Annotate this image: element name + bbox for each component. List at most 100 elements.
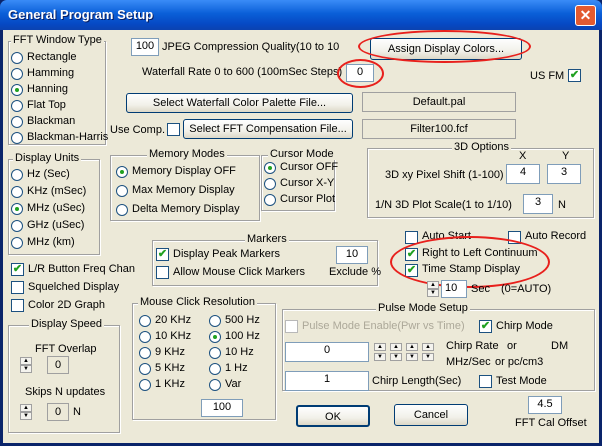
cursor-mode-radio-cursor-x-y[interactable] <box>264 178 276 190</box>
exclude-label: Exclude % <box>329 266 381 278</box>
mouse-click-label-10-hz: 10 Hz <box>225 346 254 358</box>
fft-window-label-rectangle: Rectangle <box>27 51 77 63</box>
chirp-rate-up-icon[interactable]: ▲ <box>422 343 434 351</box>
mouse-click-radio-1-khz[interactable] <box>139 379 151 391</box>
dialog-body: FFT Window Type Display Units ✔ L/R Butt… <box>3 30 599 443</box>
color-2d-label: Color 2D Graph <box>28 299 106 311</box>
memory-mode-radio-delta-memory-display[interactable] <box>116 204 128 216</box>
chirp-rate-up-icon[interactable]: ▲ <box>390 343 402 351</box>
use-comp-label: Use Comp. <box>110 124 166 136</box>
chirp-mode-checkbox[interactable]: ✔ <box>479 320 492 333</box>
ok-button[interactable]: OK <box>296 405 370 427</box>
mouse-click-title: Mouse Click Resolution <box>138 296 257 308</box>
skips-down-icon[interactable]: ▼ <box>20 412 32 420</box>
waterfall-rate-label: Waterfall Rate 0 to 600 (100mSec Steps) <box>142 66 343 78</box>
mouse-click-label-10-khz: 10 KHz <box>155 330 192 342</box>
sec-up-icon[interactable]: ▲ <box>427 281 439 289</box>
skips-value: 0 <box>47 403 69 421</box>
mouse-click-radio-10-hz[interactable] <box>209 347 221 359</box>
fft-window-radio-flat-top[interactable] <box>11 100 23 112</box>
fft-window-radio-rectangle[interactable] <box>11 52 23 64</box>
memory-mode-radio-memory-display-off[interactable] <box>116 166 128 178</box>
mouse-click-radio-9-khz[interactable] <box>139 347 151 359</box>
auto-record-label: Auto Record <box>525 230 587 242</box>
squelched-checkbox[interactable] <box>11 281 24 294</box>
cursor-mode-radio-cursor-plot[interactable] <box>264 194 276 206</box>
use-comp-checkbox[interactable] <box>167 123 180 136</box>
display-units-radio-ghz-usec[interactable] <box>11 220 23 232</box>
display-peak-checkbox[interactable]: ✔ <box>156 248 169 261</box>
test-mode-checkbox[interactable] <box>479 375 492 388</box>
skips-unit: N <box>73 406 81 418</box>
chirp-rate-down-icon[interactable]: ▼ <box>406 353 418 361</box>
chirp-or-label: or <box>507 340 517 352</box>
chirp-rate-input[interactable]: 0 <box>285 342 369 362</box>
fft-window-radio-hanning[interactable] <box>11 84 23 96</box>
us-fm-checkbox[interactable]: ✔ <box>568 69 581 82</box>
display-units-radio-mhz-usec[interactable] <box>11 203 23 215</box>
close-icon[interactable]: ✕ <box>575 5 596 26</box>
mouse-click-radio-5-khz[interactable] <box>139 363 151 375</box>
mouse-click-radio-500-hz[interactable] <box>209 315 221 327</box>
sec-label: Sec <box>471 283 490 295</box>
select-palette-button[interactable]: Select Waterfall Color Palette File... <box>126 93 353 113</box>
fft-cal-input[interactable]: 4.5 <box>528 396 562 414</box>
lr-button-checkbox[interactable]: ✔ <box>11 263 24 276</box>
memory-mode-radio-max-memory-display[interactable] <box>116 185 128 197</box>
chirp-rate-down-icon[interactable]: ▼ <box>390 353 402 361</box>
chirp-rate-up-icon[interactable]: ▲ <box>406 343 418 351</box>
jpeg-quality-label: JPEG Compression Quality(10 to 10 <box>162 41 340 53</box>
display-units-label-hz-sec: Hz (Sec) <box>27 168 70 180</box>
mouse-click-label-5-khz: 5 KHz <box>155 362 185 374</box>
fft-window-label-hanning: Hanning <box>27 83 68 95</box>
fft-window-label-hamming: Hamming <box>27 67 75 79</box>
cursor-mode-title: Cursor Mode <box>268 148 336 160</box>
display-units-label-mhz-usec: MHz (uSec) <box>27 202 86 214</box>
chirp-rate-up-icon[interactable]: ▲ <box>374 343 386 351</box>
cursor-mode-radio-cursor-off[interactable] <box>264 162 276 174</box>
sec-input[interactable]: 10 <box>441 280 467 298</box>
mouse-click-radio-10-khz[interactable] <box>139 331 151 343</box>
cursor-mode-label-cursor-plot: Cursor Plot <box>280 193 336 205</box>
allow-click-checkbox[interactable] <box>156 266 169 279</box>
display-units-label-khz-msec: KHz (mSec) <box>27 185 87 197</box>
fft-overlap-up-icon[interactable]: ▲ <box>20 357 32 365</box>
mouse-click-radio-var[interactable] <box>209 379 221 391</box>
jpeg-quality-input[interactable]: 100 <box>131 38 159 56</box>
fft-window-radio-blackman-harris[interactable] <box>11 132 23 144</box>
display-units-radio-khz-msec[interactable] <box>11 186 23 198</box>
window-title: General Program Setup <box>8 7 154 22</box>
skips-up-icon[interactable]: ▲ <box>20 404 32 412</box>
mouse-click-label-20-khz: 20 KHz <box>155 314 192 326</box>
sec-down-icon[interactable]: ▼ <box>427 289 439 297</box>
fft-window-radio-blackman[interactable] <box>11 116 23 128</box>
mouse-click-radio-20-khz[interactable] <box>139 315 151 327</box>
peak-count-input[interactable]: 10 <box>336 246 368 264</box>
chirp-rate-down-icon[interactable]: ▼ <box>422 353 434 361</box>
select-compensation-button[interactable]: Select FFT Compensation File... <box>183 119 353 139</box>
fft-window-radio-hamming[interactable] <box>11 68 23 80</box>
3d-scale-input[interactable]: 3 <box>523 194 553 214</box>
title-bar[interactable]: General Program Setup ✕ <box>0 0 602 30</box>
display-units-radio-hz-sec[interactable] <box>11 169 23 181</box>
chirp-length-input[interactable]: 1 <box>285 371 369 391</box>
3d-scale-label: 1/N 3D Plot Scale(1 to 1/10) <box>375 199 512 211</box>
3d-y-input[interactable]: 3 <box>547 164 581 184</box>
fft-overlap-down-icon[interactable]: ▼ <box>20 365 32 373</box>
chirp-rate-down-icon[interactable]: ▼ <box>374 353 386 361</box>
cancel-button[interactable]: Cancel <box>394 404 468 426</box>
mouse-click-radio-100-hz[interactable] <box>209 331 221 343</box>
3d-x-input[interactable]: 4 <box>506 164 540 184</box>
mouse-click-radio-1-hz[interactable] <box>209 363 221 375</box>
mouse-click-label-100-hz: 100 Hz <box>225 330 260 342</box>
mouse-click-label-500-hz: 500 Hz <box>225 314 260 326</box>
pulse-enable-checkbox[interactable] <box>285 320 298 333</box>
highlight-ellipse-auto <box>390 236 550 288</box>
color-2d-checkbox[interactable] <box>11 299 24 312</box>
us-fm-label: US FM <box>530 70 565 82</box>
fft-window-label-blackman: Blackman <box>27 115 76 127</box>
display-units-radio-mhz-km[interactable] <box>11 237 23 249</box>
memory-mode-label-memory-display-off: Memory Display OFF <box>132 165 236 177</box>
var-resolution-input[interactable]: 100 <box>201 399 243 417</box>
dialog-window: General Program Setup ✕ FFT Window Type … <box>0 0 602 446</box>
